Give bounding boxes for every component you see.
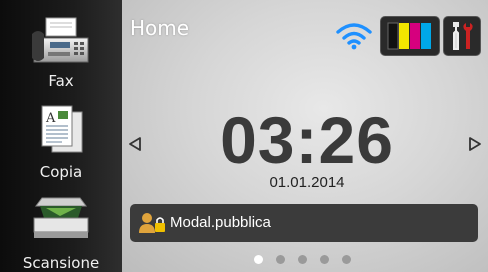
fax-icon <box>32 17 89 63</box>
secure-function-mode-bar[interactable]: Modal.pubblica <box>130 204 478 242</box>
ink-button[interactable] <box>380 16 440 56</box>
printer-home-screen: Fax A Copia Scansione Home 03:26 01.01.2… <box>0 0 488 272</box>
page-indicator <box>254 255 374 267</box>
ink-cartridges-icon <box>387 22 431 50</box>
home-panel: Home 03:26 01.01.2014 Modal.pubblica <box>122 0 488 272</box>
clock-date: 01.01.2014 <box>269 174 345 191</box>
clock-time: 03:26 <box>220 103 394 177</box>
next-page-arrow-icon[interactable] <box>468 136 482 152</box>
wifi-icon[interactable] <box>336 22 372 50</box>
copy-icon: A <box>41 105 83 153</box>
tools-icon <box>453 22 473 50</box>
copy-button[interactable]: A Copia <box>0 96 122 186</box>
page-dot-5 <box>342 255 351 264</box>
user-lock-icon <box>139 213 165 233</box>
svg-text:A: A <box>45 111 56 126</box>
scanner-icon <box>33 197 89 238</box>
scan-label: Scansione <box>22 254 100 272</box>
fax-label: Fax <box>48 72 74 90</box>
scan-button[interactable]: Scansione <box>0 186 122 272</box>
page-dot-2 <box>276 255 285 264</box>
copy-label: Copia <box>39 163 83 181</box>
function-sidebar: Fax A Copia Scansione <box>0 0 122 272</box>
previous-page-arrow-icon[interactable] <box>128 136 142 152</box>
page-dot-3 <box>298 255 307 264</box>
page-title: Home <box>130 16 190 40</box>
fax-button[interactable]: Fax <box>0 0 122 90</box>
page-dot-4 <box>320 255 329 264</box>
mode-label: Modal.pubblica <box>170 214 271 231</box>
settings-button[interactable] <box>443 16 481 56</box>
page-dot-1 <box>254 255 263 264</box>
